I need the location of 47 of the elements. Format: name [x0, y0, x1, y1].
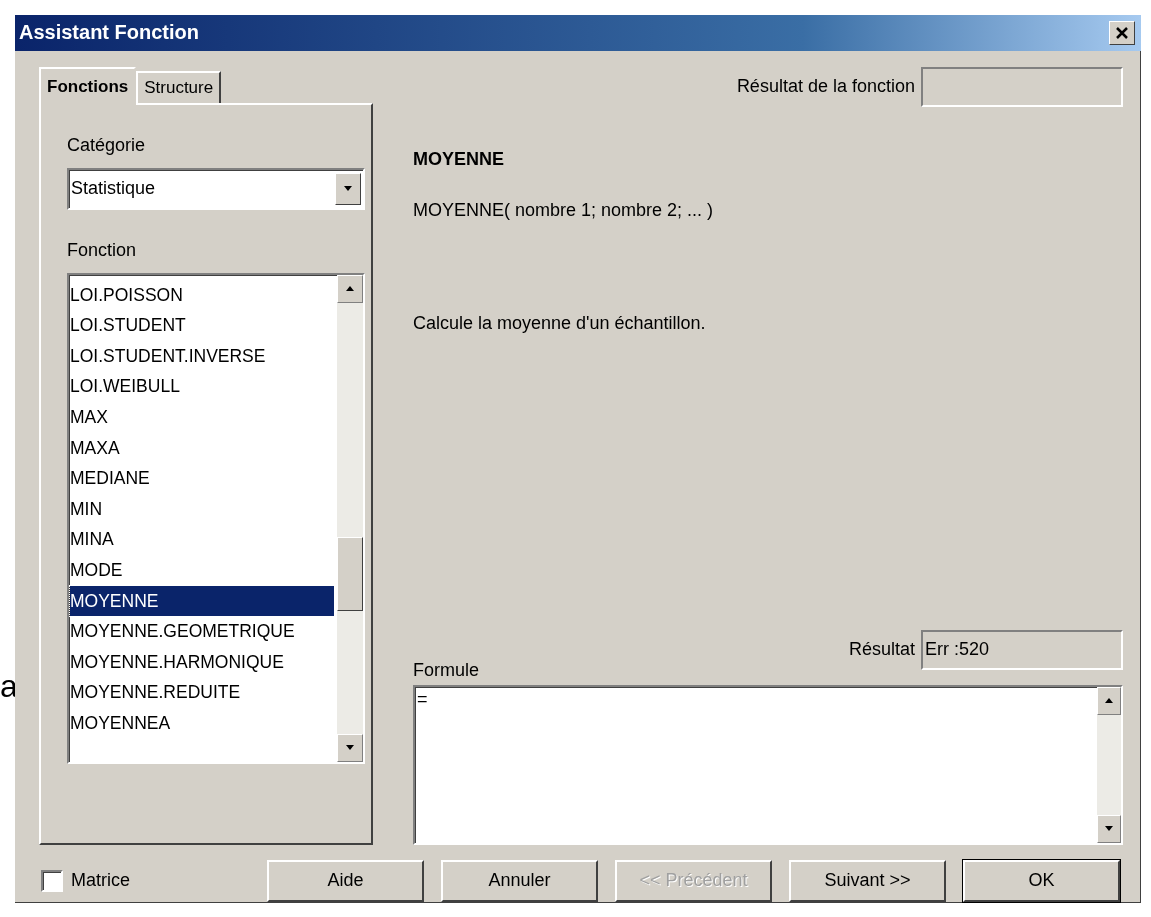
list-item[interactable]: MOYENNE.REDUITE [70, 677, 334, 708]
scroll-thumb[interactable] [337, 536, 363, 611]
up-arrow-icon [345, 284, 355, 294]
dialog-button[interactable]: Annuler [441, 859, 598, 902]
function-label: Fonction [67, 239, 138, 261]
dialog-button[interactable]: Suivant >> [789, 859, 946, 902]
function-syntax: MOYENNE( nombre 1; nombre 2; ... ) [413, 199, 715, 221]
dialog-button[interactable]: OK [963, 859, 1120, 902]
list-item[interactable]: MEDIANE [70, 463, 334, 494]
tab[interactable]: Structure [136, 70, 222, 103]
formula-text: = [416, 687, 428, 711]
list-item[interactable]: MODE [70, 554, 334, 586]
formula-label: Formule [413, 659, 480, 681]
scroll-down-button[interactable] [337, 733, 363, 762]
close-icon [1115, 25, 1129, 40]
function-description: Calcule la moyenne d'un échantillon. [413, 312, 707, 334]
tab[interactable]: Fonctions [39, 66, 137, 105]
list-item[interactable]: LOI.STUDENT.INVERSE [70, 340, 334, 372]
category-dropdown[interactable]: Statistique [67, 167, 365, 210]
list-item[interactable]: MINA [70, 524, 334, 555]
list-item[interactable]: LOI.WEIBULL [70, 371, 334, 402]
up-arrow-icon [1104, 696, 1114, 706]
function-result-label: Résultat de la fonction [736, 76, 915, 98]
list-item[interactable]: MIN [70, 493, 334, 525]
window-title: Assistant Fonction [19, 21, 199, 45]
dialog-button[interactable]: Aide [267, 859, 424, 902]
function-name: MOYENNE [413, 148, 505, 170]
background-text: a [0, 668, 18, 705]
checkbox-label: Matrice [71, 870, 130, 892]
list-item[interactable]: MOYENNE [70, 585, 334, 617]
scrollbar[interactable] [337, 274, 363, 762]
scroll-up-button[interactable] [337, 274, 363, 303]
checkbox[interactable] [41, 869, 63, 892]
list-item[interactable]: LOI.POISSON [70, 279, 334, 311]
list-item[interactable]: MAXA [70, 432, 334, 464]
dropdown-value: Statistique [71, 178, 156, 200]
list-item[interactable]: MAX [70, 401, 334, 433]
list-item[interactable]: LOI.STUDENT [70, 310, 334, 341]
list-item[interactable]: MOYENNE.GEOMETRIQUE [70, 616, 334, 647]
dropdown-button[interactable] [335, 172, 361, 205]
list-item[interactable]: MOYENNE.HARMONIQUE [70, 646, 334, 678]
category-label: Catégorie [67, 134, 147, 156]
result-label: Résultat [848, 639, 915, 661]
list-item[interactable]: MOYENNEA [70, 707, 334, 739]
result-field: Err :520 [921, 629, 1123, 670]
formula-field[interactable]: = [413, 684, 1123, 845]
close-button[interactable] [1109, 20, 1135, 45]
